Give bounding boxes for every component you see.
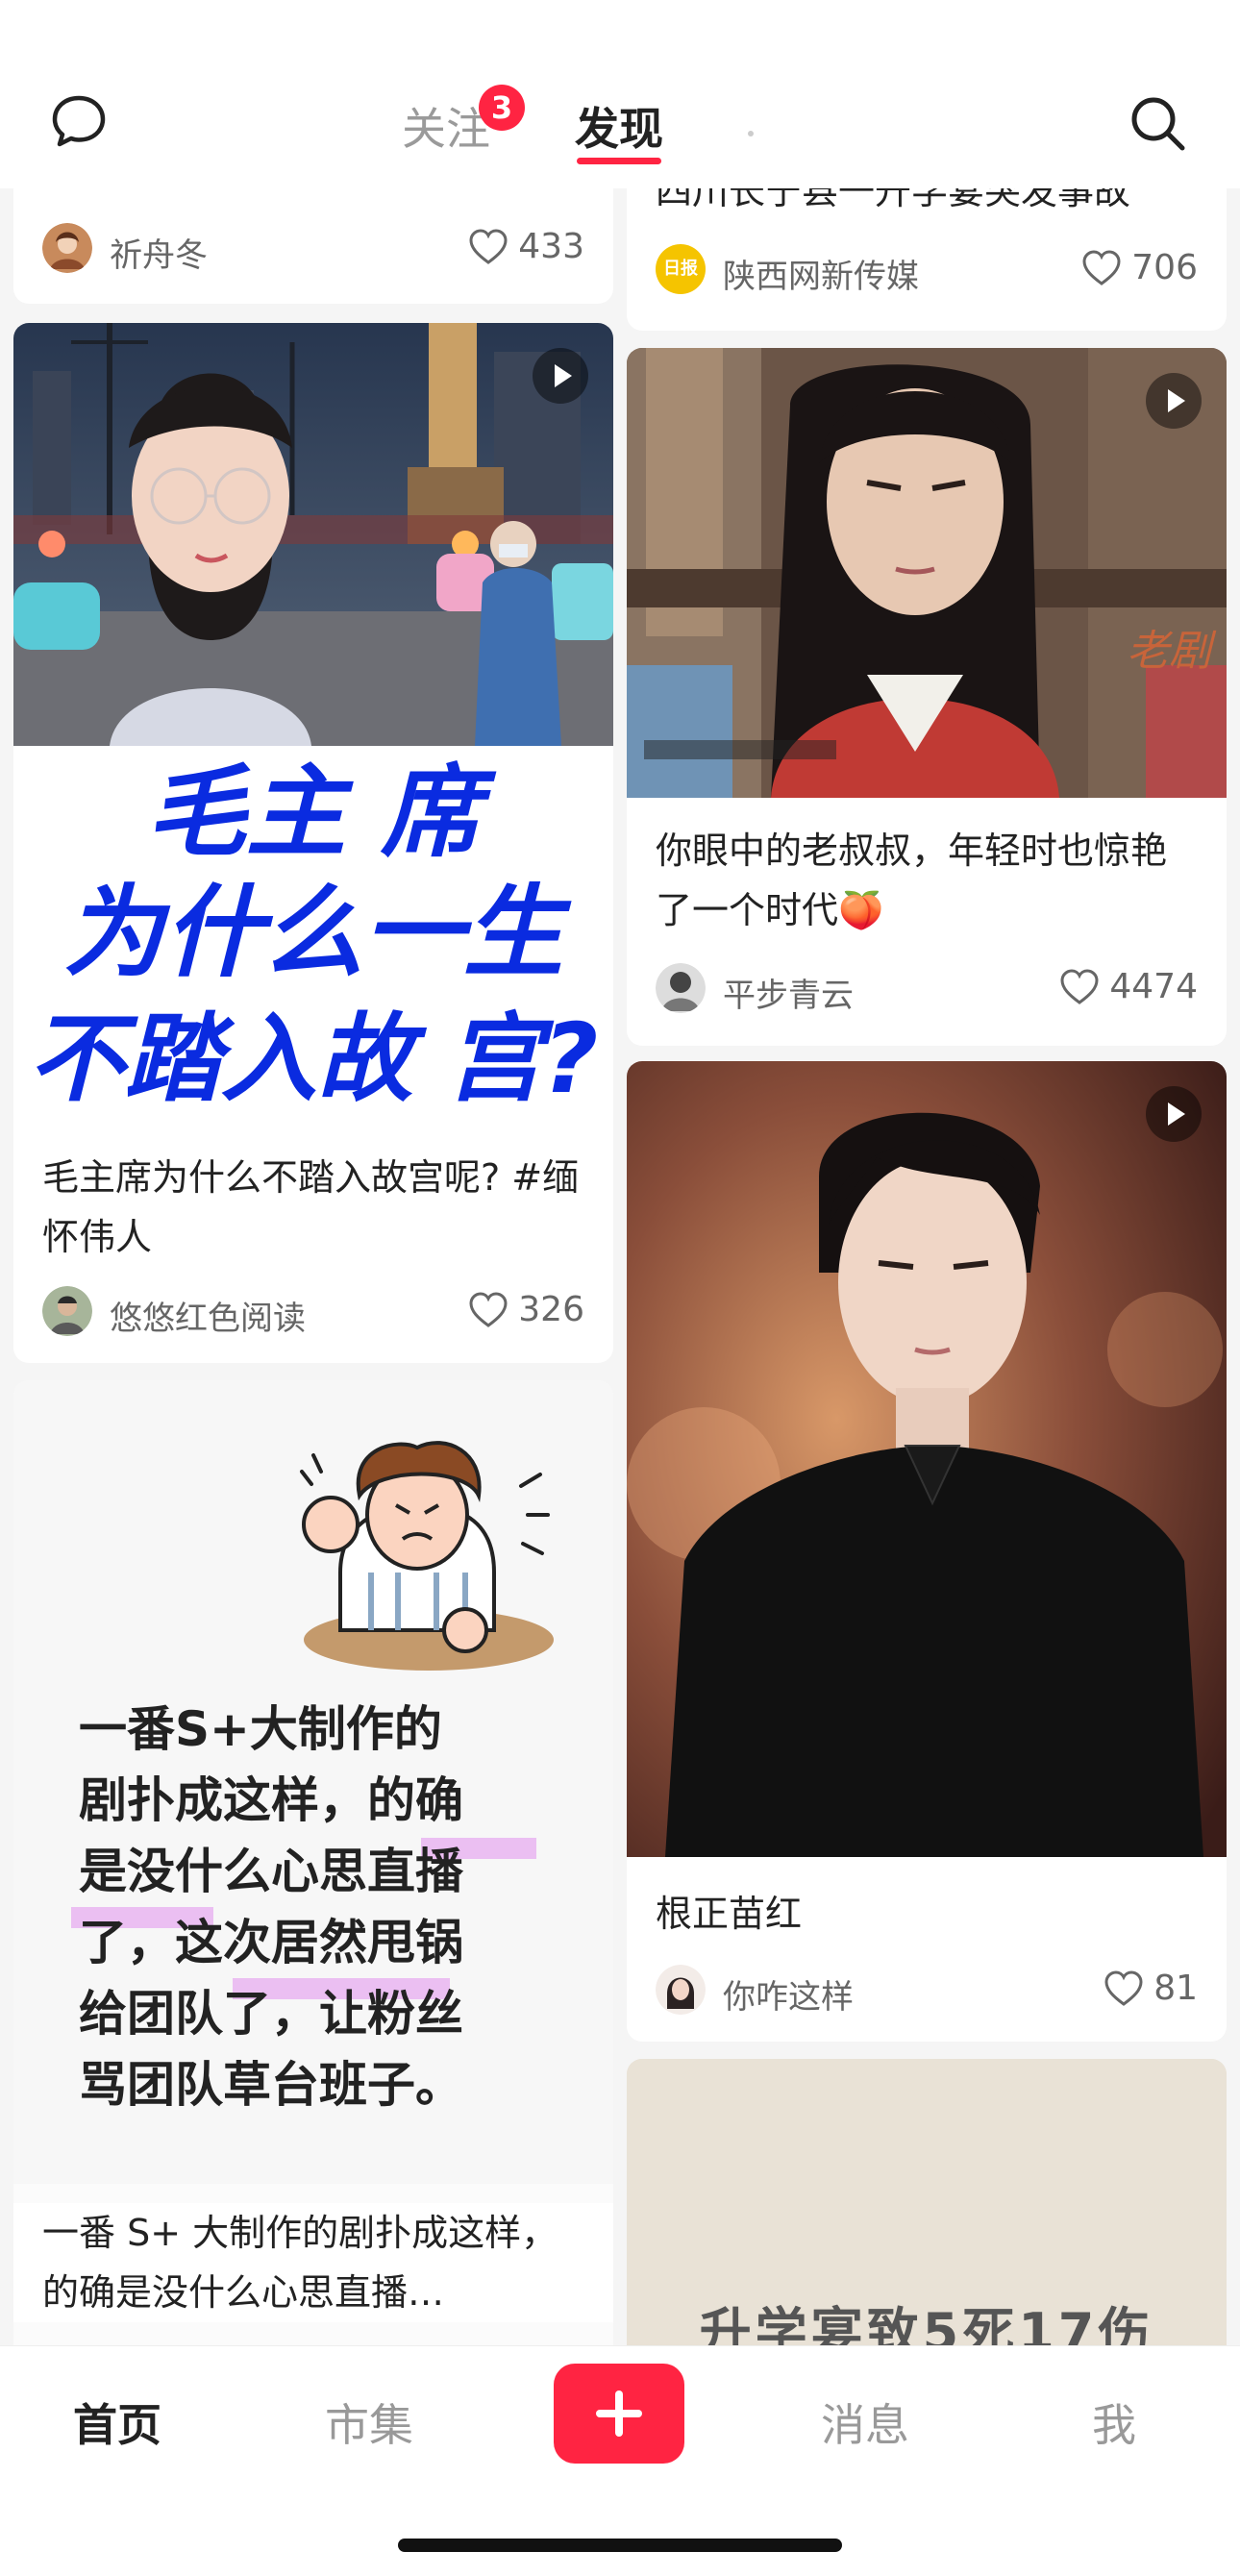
note-card[interactable]: 升学宴致5死17伤 xyxy=(627,2059,1227,2345)
note-title: 毛主席为什么不踏入故宫呢? #缅怀伟人 xyxy=(42,1156,580,1258)
note-card[interactable]: 这件 祈舟冬 433 xyxy=(13,188,613,304)
note-card[interactable]: 根正苗红 你咋这样 81 xyxy=(627,1061,1227,2042)
heart-icon xyxy=(469,228,508,264)
note-title: 一番 S+ 大制作的剧扑成这样，的确是没什么心思直播… xyxy=(13,2203,613,2322)
note-cover-image[interactable] xyxy=(627,1061,1227,1857)
like-count: 706 xyxy=(1131,248,1198,287)
note-card[interactable]: 毛主 席 为什么一生 不踏入故 宫? 毛主席为什么不踏入故宫呢? #缅怀伟人 悠… xyxy=(13,323,613,1363)
nav-messages[interactable]: 消息 xyxy=(821,2390,909,2454)
note-title: 四川长宁县一升学宴突发事故 xyxy=(656,188,1131,212)
avatar[interactable] xyxy=(42,223,92,273)
cover-text-line: 不踏入故 宫? xyxy=(29,1003,599,1115)
note-meta: 你咋这样 81 xyxy=(656,1963,1198,2017)
heart-icon xyxy=(469,1291,508,1327)
note-title-text: 你眼中的老叔叔，年轻时也惊艳了一个时代 xyxy=(656,830,1168,931)
heart-icon xyxy=(1104,1969,1143,2006)
like-button[interactable]: 326 xyxy=(468,1290,584,1329)
avatar[interactable] xyxy=(42,1286,92,1336)
nav-home[interactable]: 首页 xyxy=(73,2390,161,2454)
like-count: 433 xyxy=(518,227,584,266)
like-count: 4474 xyxy=(1109,967,1198,1006)
cover-text-line: 毛主 席 xyxy=(146,754,497,871)
cover-text-line: 剧扑成这样，的确 xyxy=(79,1772,463,1828)
avatar[interactable] xyxy=(656,1965,706,2015)
author-name[interactable]: 你咋这样 xyxy=(723,1970,854,2018)
note-meta: 祈舟冬 433 xyxy=(42,221,584,275)
like-count: 81 xyxy=(1153,1969,1198,2008)
note-meta: 日报 陕西网新传媒 706 xyxy=(656,242,1198,296)
note-title: 你眼中的老叔叔，年轻时也惊艳了一个时代🍑 xyxy=(656,821,1198,940)
like-button[interactable]: 4474 xyxy=(1059,967,1198,1006)
create-post-button[interactable] xyxy=(554,2364,684,2464)
heart-icon xyxy=(1060,968,1099,1004)
note-card[interactable]: 一番S+大制作的 剧扑成这样，的确 是没什么心思直播 了，这次居然甩锅 给团队了… xyxy=(13,1380,613,2345)
play-icon xyxy=(533,348,588,404)
author-name[interactable]: 陕西网新传媒 xyxy=(723,250,919,297)
tab-discover-label: 发现 xyxy=(575,103,663,155)
avatar[interactable] xyxy=(656,963,706,1013)
home-indicator xyxy=(398,2539,842,2552)
tab-follow-label: 关注 xyxy=(402,103,490,155)
note-cover-image[interactable]: 一番S+大制作的 剧扑成这样，的确 是没什么心思直播 了，这次居然甩锅 给团队了… xyxy=(13,1380,613,2184)
tab-follow[interactable]: 关注 xyxy=(402,94,490,158)
cover-text-line: 给团队了，让粉丝 xyxy=(79,1986,463,2042)
note-cover-image[interactable]: 老剧 xyxy=(627,348,1227,798)
active-tab-indicator xyxy=(577,158,661,164)
cover-text: 升学宴致5死17伤 xyxy=(699,2302,1154,2345)
note-card[interactable]: 四川长宁县一升学宴突发事故 日报 陕西网新传媒 706 xyxy=(627,188,1227,331)
tab-discover[interactable]: 发现 xyxy=(575,94,663,164)
nav-market[interactable]: 市集 xyxy=(325,2390,413,2454)
svg-text:老剧: 老剧 xyxy=(1127,627,1217,676)
note-title: 根正苗红 xyxy=(656,1893,803,1935)
author-name[interactable]: 平步青云 xyxy=(723,969,854,1016)
avatar[interactable]: 日报 xyxy=(656,244,706,294)
top-navigation-bar: 关注 3 发现 xyxy=(0,0,1240,188)
discover-feed: 这件 祈舟冬 433 xyxy=(0,188,1240,2345)
author-name[interactable]: 祈舟冬 xyxy=(110,229,208,276)
chat-bubble-icon[interactable] xyxy=(50,92,108,150)
like-count: 326 xyxy=(518,1290,584,1329)
note-title: 这件 xyxy=(42,188,584,190)
publisher-logo: 日报 xyxy=(663,259,698,279)
author-name[interactable]: 悠悠红色阅读 xyxy=(110,1292,306,1339)
cover-text-line: 是没什么心思直播 xyxy=(79,1844,464,1899)
note-cover-image[interactable]: 毛主 席 为什么一生 不踏入故 宫? xyxy=(13,323,613,1121)
note-card[interactable]: 老剧 你眼中的老叔叔，年轻时也惊艳了一个时代🍑 平步青云 4474 xyxy=(627,348,1227,1046)
bottom-navigation-bar: 首页 市集 消息 我 xyxy=(0,2345,1240,2576)
more-tab-dot xyxy=(748,131,754,136)
note-meta: 悠悠红色阅读 326 xyxy=(42,1284,584,1338)
heart-icon xyxy=(1082,249,1121,285)
cover-text-line: 一番S+大制作的 xyxy=(79,1701,442,1757)
play-icon xyxy=(1146,1086,1202,1142)
cover-text-line: 为什么一生 xyxy=(63,874,572,991)
search-icon[interactable] xyxy=(1127,92,1188,154)
play-icon xyxy=(1146,373,1202,429)
note-cover-image[interactable]: 升学宴致5死17伤 xyxy=(627,2059,1227,2345)
like-button[interactable]: 433 xyxy=(468,227,584,266)
like-button[interactable]: 706 xyxy=(1081,248,1198,287)
cover-text-line: 骂团队草台班子。 xyxy=(79,2057,463,2113)
note-meta: 平步青云 4474 xyxy=(656,961,1198,1015)
cover-text-line: 了，这次居然甩锅 xyxy=(79,1915,463,1970)
peach-emoji: 🍑 xyxy=(838,889,884,931)
follow-count-badge: 3 xyxy=(479,85,525,131)
like-button[interactable]: 81 xyxy=(1104,1969,1198,2008)
nav-me[interactable]: 我 xyxy=(1092,2390,1136,2454)
